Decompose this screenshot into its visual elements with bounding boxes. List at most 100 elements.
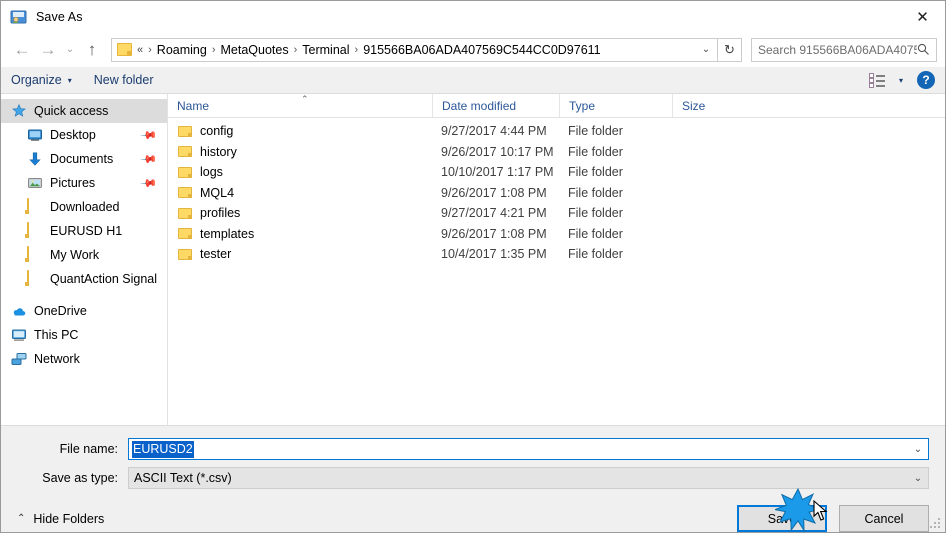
chevron-down-icon[interactable]: ⌄ bbox=[908, 473, 928, 484]
file-date-cell: 9/26/2017 10:17 PM bbox=[441, 144, 554, 159]
sidebar-item-label: Desktop bbox=[50, 128, 96, 142]
column-label: Type bbox=[569, 99, 596, 113]
pin-icon[interactable]: 📌 bbox=[140, 126, 159, 144]
sidebar-item-my-work[interactable]: My Work bbox=[1, 243, 167, 267]
folder-icon bbox=[178, 125, 192, 137]
file-date-cell: 9/26/2017 1:08 PM bbox=[441, 185, 547, 200]
file-list-pane: Name ⌃ Date modified Type Size config 9/… bbox=[168, 94, 945, 425]
column-header-name[interactable]: Name ⌃ bbox=[168, 94, 432, 117]
breadcrumb-overflow-icon[interactable]: « bbox=[137, 44, 143, 56]
window-title: Save As bbox=[36, 9, 83, 24]
file-type-cell: File folder bbox=[568, 206, 623, 221]
table-row[interactable]: config 9/27/2017 4:44 PM File folder bbox=[168, 121, 945, 142]
hide-folders-button[interactable]: ⌃ Hide Folders bbox=[17, 512, 104, 526]
file-name-label: config bbox=[200, 124, 234, 139]
breadcrumb-separator: › bbox=[293, 43, 298, 56]
breadcrumb-item-instance[interactable]: 915566BA06ADA407569C544CC0D97611 bbox=[363, 43, 600, 57]
up-icon[interactable]: ↑ bbox=[79, 37, 105, 63]
desktop-icon bbox=[27, 127, 43, 143]
breadcrumb-separator: › bbox=[354, 43, 359, 56]
table-row[interactable]: logs 10/10/2017 1:17 PM File folder bbox=[168, 162, 945, 183]
file-name-label: logs bbox=[200, 165, 223, 180]
table-row[interactable]: tester 10/4/2017 1:35 PM File folder bbox=[168, 244, 945, 265]
breadcrumb-item-terminal[interactable]: Terminal bbox=[302, 43, 349, 57]
organize-button[interactable]: Organize ▾ bbox=[11, 73, 72, 87]
breadcrumb-item-roaming[interactable]: Roaming bbox=[157, 43, 207, 57]
new-folder-button[interactable]: New folder bbox=[94, 73, 154, 87]
recent-locations-icon[interactable]: ⌄ bbox=[61, 37, 79, 63]
organize-label: Organize bbox=[11, 73, 62, 87]
save-button[interactable]: Save bbox=[737, 505, 827, 532]
navigation-bar: ← → ⌄ ↑ « › Roaming › MetaQuotes › Termi… bbox=[1, 32, 945, 67]
sidebar-item-onedrive[interactable]: OneDrive bbox=[1, 299, 167, 323]
file-list[interactable]: config 9/27/2017 4:44 PM File folder his… bbox=[168, 118, 945, 425]
file-date-cell: 9/27/2017 4:44 PM bbox=[441, 124, 547, 139]
file-name-label: File name: bbox=[59, 442, 118, 456]
pin-icon[interactable]: 📌 bbox=[140, 150, 159, 168]
file-type-cell: File folder bbox=[568, 144, 623, 159]
save-as-type-select[interactable]: ASCII Text (*.csv) ⌄ bbox=[128, 467, 929, 489]
help-icon[interactable]: ? bbox=[917, 71, 935, 89]
view-layout-icon[interactable] bbox=[868, 73, 886, 88]
file-name-input[interactable]: EURUSD2 ⌄ bbox=[128, 438, 929, 460]
back-icon[interactable]: ← bbox=[9, 37, 35, 63]
column-header-type[interactable]: Type bbox=[559, 94, 672, 117]
file-date-cell: 9/27/2017 4:21 PM bbox=[441, 206, 547, 221]
table-row[interactable]: templates 9/26/2017 1:08 PM File folder bbox=[168, 224, 945, 245]
address-bar[interactable]: « › Roaming › MetaQuotes › Terminal › 91… bbox=[111, 37, 718, 62]
column-header-date-modified[interactable]: Date modified bbox=[432, 94, 559, 117]
file-name-cell: profiles bbox=[168, 206, 432, 220]
chevron-up-icon: ⌃ bbox=[17, 513, 26, 524]
file-name-label: templates bbox=[200, 226, 255, 241]
sidebar-item-label: This PC bbox=[34, 328, 79, 342]
column-label: Date modified bbox=[442, 99, 517, 113]
dialog-footer: File name: EURUSD2 ⌄ Save as type: ASCII… bbox=[1, 425, 945, 532]
column-headers: Name ⌃ Date modified Type Size bbox=[168, 94, 945, 118]
sidebar-item-eurusd-h1[interactable]: EURUSD H1 bbox=[1, 219, 167, 243]
folder-icon bbox=[178, 207, 192, 219]
network-icon bbox=[11, 351, 27, 367]
column-header-size[interactable]: Size bbox=[672, 94, 750, 117]
file-date-cell: 10/10/2017 1:17 PM bbox=[441, 165, 554, 180]
search-placeholder: Search 915566BA06ADA40756... bbox=[758, 42, 917, 57]
folder-icon bbox=[117, 43, 132, 56]
sidebar-item-label: EURUSD H1 bbox=[50, 224, 123, 238]
sidebar-item-label: My Work bbox=[50, 248, 100, 262]
sidebar-item-quick-access[interactable]: Quick access bbox=[1, 99, 167, 123]
file-type-cell: File folder bbox=[568, 165, 623, 180]
sidebar-item-network[interactable]: Network bbox=[1, 347, 167, 371]
table-row[interactable]: MQL4 9/26/2017 1:08 PM File folder bbox=[168, 183, 945, 204]
sidebar-item-quantaction-signal[interactable]: QuantAction Signal bbox=[1, 267, 167, 291]
cancel-button[interactable]: Cancel bbox=[839, 505, 929, 532]
refresh-icon[interactable]: ↻ bbox=[718, 37, 742, 62]
sidebar-item-documents[interactable]: Documents 📌 bbox=[1, 147, 167, 171]
resize-grip[interactable] bbox=[930, 518, 941, 529]
chevron-down-icon[interactable]: ▾ bbox=[899, 76, 903, 85]
file-name-cell: config bbox=[168, 124, 432, 138]
file-name-cell: MQL4 bbox=[168, 186, 432, 200]
table-row[interactable]: history 9/26/2017 10:17 PM File folder bbox=[168, 142, 945, 163]
file-name-cell: tester bbox=[168, 247, 432, 261]
table-row[interactable]: profiles 9/27/2017 4:21 PM File folder bbox=[168, 203, 945, 224]
sidebar-item-desktop[interactable]: Desktop 📌 bbox=[1, 123, 167, 147]
column-label: Name bbox=[177, 99, 210, 113]
forward-icon[interactable]: → bbox=[35, 37, 61, 63]
sidebar-item-this-pc[interactable]: This PC bbox=[1, 323, 167, 347]
sidebar-item-label: QuantAction Signal bbox=[50, 272, 158, 286]
chevron-down-icon[interactable]: ⌄ bbox=[695, 44, 717, 55]
search-input[interactable]: Search 915566BA06ADA40756... bbox=[751, 37, 937, 62]
file-name-label: MQL4 bbox=[200, 185, 235, 200]
navigation-pane: Quick access Desktop 📌 Documents 📌 Pictu… bbox=[1, 94, 168, 425]
pin-icon[interactable]: 📌 bbox=[140, 174, 159, 192]
pictures-icon bbox=[27, 175, 43, 191]
action-buttons: Save Cancel bbox=[737, 505, 929, 532]
breadcrumb-item-metaquotes[interactable]: MetaQuotes bbox=[221, 43, 289, 57]
sidebar-item-label: Downloaded bbox=[50, 200, 120, 214]
chevron-down-icon[interactable]: ⌄ bbox=[908, 444, 928, 455]
sidebar-item-pictures[interactable]: Pictures 📌 bbox=[1, 171, 167, 195]
close-icon[interactable]: ✕ bbox=[900, 1, 945, 32]
new-folder-label: New folder bbox=[93, 73, 154, 87]
save-as-type-row: Save as type: ASCII Text (*.csv) ⌄ bbox=[17, 467, 929, 489]
column-label: Size bbox=[682, 99, 706, 113]
sidebar-item-downloaded[interactable]: Downloaded bbox=[1, 195, 167, 219]
